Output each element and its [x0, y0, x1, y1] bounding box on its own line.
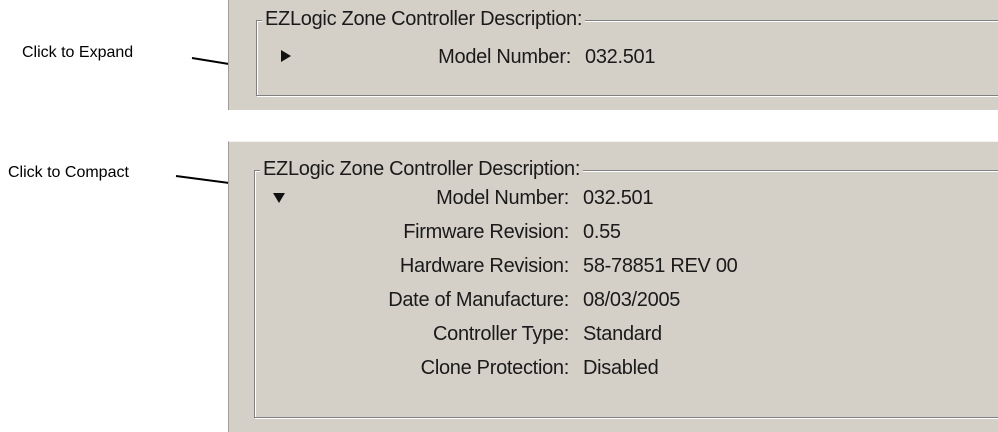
row-label: Firmware Revision:	[403, 221, 569, 243]
row-label: Model Number:	[436, 187, 569, 209]
row-label: Hardware Revision:	[399, 255, 569, 277]
expanded-description-panel: EZLogic Zone Controller Description: Mod…	[228, 141, 998, 432]
collapsed-description-panel: EZLogic Zone Controller Description: Mod…	[228, 0, 998, 110]
row-value: 032.501	[585, 46, 656, 68]
row-label: Date of Manufacture:	[388, 289, 569, 311]
row-label: Controller Type:	[432, 323, 569, 345]
description-groupbox: EZLogic Zone Controller Description: Mod…	[254, 158, 998, 418]
row-value: Standard	[583, 323, 662, 345]
row-value: 08/03/2005	[583, 289, 681, 311]
row-label: Clone Protection:	[420, 357, 570, 379]
row-value: 032.501	[583, 187, 654, 209]
expand-callout-label: Click to Expand	[22, 44, 134, 61]
row-value: Disabled	[583, 357, 659, 379]
description-groupbox: EZLogic Zone Controller Description: Mod…	[256, 8, 998, 96]
row-value: 58-78851 REV 00	[583, 255, 738, 277]
compact-callout-label: Click to Compact	[8, 164, 129, 181]
row-label: Model Number:	[438, 46, 571, 68]
groupbox-title: EZLogic Zone Controller Description:	[260, 158, 584, 181]
row-value: 0.55	[583, 221, 621, 243]
groupbox-title: EZLogic Zone Controller Description:	[262, 8, 586, 31]
